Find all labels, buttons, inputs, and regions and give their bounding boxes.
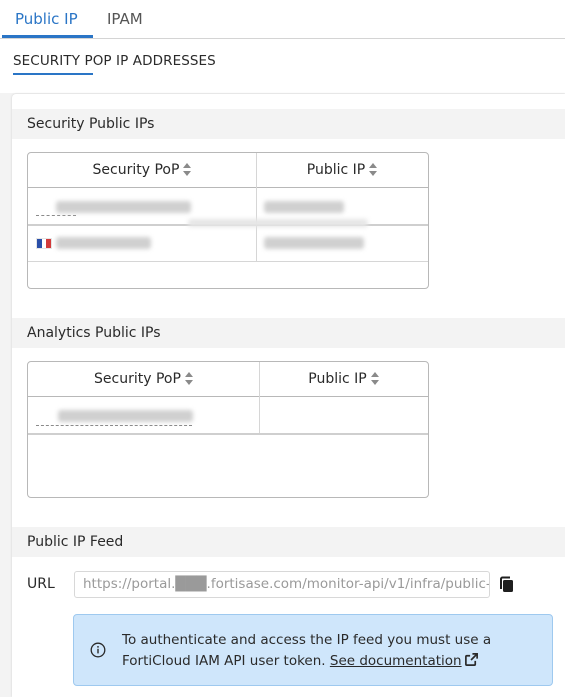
sort-icon[interactable] <box>369 163 378 177</box>
section-title: Public IP Feed <box>27 534 124 550</box>
sort-icon[interactable] <box>183 163 192 177</box>
redacted-overlay <box>188 219 368 227</box>
active-tab-indicator <box>2 35 93 38</box>
redacted-underline <box>36 425 192 426</box>
public-ip-feed-header: Public IP Feed <box>12 527 565 557</box>
column-header-security-pop[interactable]: Security PoP <box>28 153 257 187</box>
redacted-pop-name <box>58 410 193 422</box>
see-documentation-link[interactable]: See documentation <box>330 653 462 669</box>
security-public-ips-table: Security PoP Public IP <box>27 152 429 289</box>
info-circle-icon <box>90 642 106 658</box>
column-divider <box>256 153 257 262</box>
info-message: To authenticate and access the IP feed y… <box>122 630 542 672</box>
column-label: Security PoP <box>94 371 181 387</box>
table-header: Security PoP Public IP <box>28 153 428 188</box>
info-banner: To authenticate and access the IP feed y… <box>73 614 553 686</box>
column-label: Public IP <box>306 162 366 178</box>
tab-ipam[interactable]: IPAM <box>107 10 143 28</box>
column-header-public-ip[interactable]: Public IP <box>260 362 428 396</box>
column-header-public-ip[interactable]: Public IP <box>257 153 428 187</box>
subtab-indicator <box>13 73 93 75</box>
redacted-ip <box>264 237 364 249</box>
copy-icon[interactable] <box>499 576 515 594</box>
redacted-pop-name <box>56 237 151 249</box>
sort-icon[interactable] <box>184 372 194 386</box>
sort-icon[interactable] <box>370 372 380 386</box>
feed-url-field[interactable]: https://portal.███.fortisase.com/monitor… <box>74 571 490 598</box>
analytics-public-ips-header: Analytics Public IPs <box>12 318 565 348</box>
tab-public-ip[interactable]: Public IP <box>15 10 78 28</box>
column-label: Security PoP <box>92 162 180 178</box>
row-divider <box>28 261 428 262</box>
tab-security-pop-ip-addresses[interactable]: SECURITY POP IP ADDRESSES <box>13 53 216 69</box>
section-title: Security Public IPs <box>27 116 155 132</box>
redacted-ip <box>264 201 344 213</box>
column-header-security-pop[interactable]: Security PoP <box>28 362 260 396</box>
table-header: Security PoP Public IP <box>28 362 428 397</box>
analytics-public-ips-table: Security PoP Public IP <box>27 361 429 498</box>
external-link-icon[interactable] <box>464 652 479 667</box>
url-label: URL <box>27 576 55 592</box>
france-flag-icon <box>37 239 52 248</box>
sub-tab-bar: SECURITY POP IP ADDRESSES <box>0 39 565 93</box>
redacted-underline <box>36 215 76 216</box>
row-divider <box>28 433 428 435</box>
redacted-pop-name <box>56 201 191 213</box>
column-label: Public IP <box>308 371 367 387</box>
security-public-ips-header: Security Public IPs <box>12 109 565 139</box>
section-title: Analytics Public IPs <box>27 325 161 341</box>
top-tab-bar: Public IP IPAM <box>0 0 565 39</box>
column-divider <box>259 362 260 434</box>
